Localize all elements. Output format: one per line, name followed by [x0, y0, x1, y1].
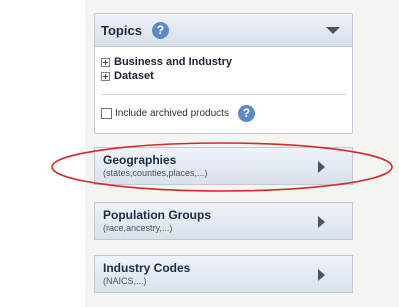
- chevron-right-icon: [318, 161, 325, 173]
- topic-item-label: Dataset: [114, 70, 154, 82]
- topics-body: Business and Industry Dataset Include ar…: [95, 47, 352, 122]
- chevron-down-icon[interactable]: [326, 26, 340, 34]
- card-title: Population Groups: [103, 208, 211, 222]
- chevron-right-icon: [318, 216, 325, 228]
- help-icon[interactable]: ?: [151, 21, 169, 39]
- population-groups-card[interactable]: Population Groups (race,ancestry,...): [94, 202, 353, 240]
- help-icon[interactable]: ?: [237, 105, 255, 122]
- card-subtitle: (states,counties,places,...): [103, 168, 208, 178]
- archive-row: Include archived products ?: [101, 105, 346, 122]
- card-title: Industry Codes: [103, 261, 191, 275]
- archive-label: Include archived products: [115, 108, 229, 119]
- card-title: Geographies: [103, 153, 177, 167]
- card-subtitle: (NAICS,...): [103, 276, 147, 286]
- industry-codes-card[interactable]: Industry Codes (NAICS,...): [94, 255, 353, 293]
- divider: [101, 94, 346, 95]
- topics-title: Topics: [101, 22, 142, 38]
- topics-panel: Topics ? Business and Industry Dataset I…: [94, 13, 353, 134]
- topic-item-label: Business and Industry: [114, 56, 232, 68]
- topic-item-business[interactable]: Business and Industry: [101, 55, 346, 69]
- archive-checkbox[interactable]: [101, 108, 112, 119]
- chevron-right-icon: [318, 269, 325, 281]
- card-subtitle: (race,ancestry,...): [103, 223, 173, 233]
- topics-header[interactable]: Topics ?: [95, 14, 352, 47]
- geographies-card[interactable]: Geographies (states,counties,places,...): [94, 147, 353, 185]
- expand-icon[interactable]: [101, 71, 110, 81]
- topic-item-dataset[interactable]: Dataset: [101, 69, 346, 83]
- expand-icon[interactable]: [101, 57, 110, 67]
